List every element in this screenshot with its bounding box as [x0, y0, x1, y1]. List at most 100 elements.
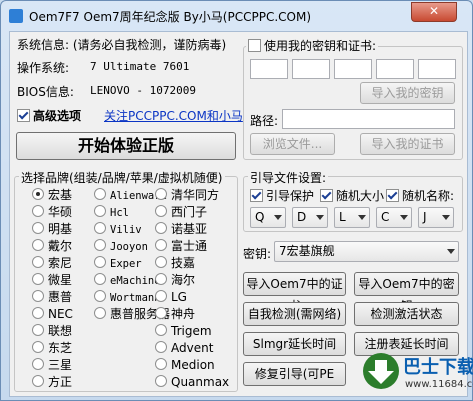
- brand-option-col3-6[interactable]: LG: [155, 290, 187, 304]
- drive-letter-select-3[interactable]: L: [334, 207, 370, 228]
- brand-radio[interactable]: [32, 307, 44, 319]
- brand-radio[interactable]: [32, 222, 44, 234]
- brand-option-col1-9[interactable]: 东芝: [32, 341, 72, 355]
- pccppc-link[interactable]: 关注PCCPPC.COM和小马: [104, 107, 243, 124]
- key-part-5[interactable]: [418, 59, 456, 79]
- brand-radio[interactable]: [32, 239, 44, 251]
- brand-option-col3-3[interactable]: 富士通: [155, 239, 207, 253]
- random-size-checkbox[interactable]: [320, 189, 333, 202]
- start-activation-button[interactable]: 开始体验正版: [16, 132, 236, 160]
- brand-radio[interactable]: [32, 188, 44, 200]
- brand-radio[interactable]: [32, 273, 44, 285]
- brand-radio[interactable]: [155, 324, 167, 336]
- import-oem-cert-button[interactable]: 导入Oem7中的证书: [243, 272, 346, 313]
- self-check-button[interactable]: 自我检测(需网络): [243, 302, 346, 326]
- brand-option-col2-4[interactable]: Exper: [94, 256, 142, 270]
- brand-option-col3-4[interactable]: 技嘉: [155, 256, 195, 270]
- brand-radio[interactable]: [94, 307, 106, 319]
- brand-radio[interactable]: [94, 290, 106, 302]
- use-own-key[interactable]: 使用我的密钥和证书:: [246, 37, 379, 54]
- brand-option-col3-11[interactable]: Quanmax: [155, 375, 229, 389]
- drive-letter-select-5[interactable]: J: [418, 207, 454, 228]
- path-input[interactable]: [282, 109, 455, 129]
- brand-radio[interactable]: [32, 205, 44, 217]
- brand-option-col3-8[interactable]: Trigem: [155, 324, 212, 338]
- brand-radio[interactable]: [155, 358, 167, 370]
- brand-radio[interactable]: [94, 188, 106, 200]
- brand-radio[interactable]: [94, 239, 106, 251]
- brand-option-col3-5[interactable]: 海尔: [155, 273, 195, 287]
- brand-option-col2-2[interactable]: Viliv: [94, 222, 142, 236]
- check-activation-button[interactable]: 检测激活状态: [354, 302, 459, 326]
- brand-option-col1-0[interactable]: 宏基: [32, 188, 72, 202]
- brand-option-col3-9[interactable]: Advent: [155, 341, 213, 355]
- key-part-1[interactable]: [250, 59, 288, 79]
- import-my-key-button[interactable]: 导入我的密钥: [360, 82, 455, 104]
- brand-option-col1-4[interactable]: 索尼: [32, 256, 72, 270]
- brand-option-col3-7[interactable]: 神舟: [155, 307, 195, 321]
- brand-option-col2-1[interactable]: Hcl: [94, 205, 129, 219]
- watermark: 巴士下载 www.11684.com: [361, 347, 473, 399]
- brand-radio[interactable]: [155, 307, 167, 319]
- brand-radio[interactable]: [94, 256, 106, 268]
- advanced-option[interactable]: 高级选项: [17, 107, 81, 124]
- brand-radio[interactable]: [155, 375, 167, 387]
- brand-option-col1-5[interactable]: 微星: [32, 273, 72, 287]
- random-name[interactable]: 随机名称:: [386, 187, 454, 204]
- brand-option-col2-5[interactable]: eMachine: [94, 273, 161, 287]
- brand-radio[interactable]: [32, 290, 44, 302]
- brand-radio[interactable]: [155, 341, 167, 353]
- brand-option-col1-1[interactable]: 华硕: [32, 205, 72, 219]
- brand-radio[interactable]: [32, 324, 44, 336]
- product-key-select[interactable]: 7宏基旗舰: [274, 241, 459, 262]
- brand-label: Jooyon: [110, 241, 148, 253]
- import-my-cert-button[interactable]: 导入我的证书: [360, 133, 455, 155]
- key-part-2[interactable]: [292, 59, 330, 79]
- close-button[interactable]: ✕: [411, 2, 457, 22]
- brand-radio[interactable]: [94, 205, 106, 217]
- brand-radio[interactable]: [155, 290, 167, 302]
- random-size-label: 随机大小: [336, 189, 385, 203]
- import-oem-key-button[interactable]: 导入Oem7中的密钥: [354, 272, 459, 313]
- random-size[interactable]: 随机大小: [320, 187, 384, 204]
- brand-radio[interactable]: [32, 375, 44, 387]
- brand-option-col2-3[interactable]: Jooyon: [94, 239, 148, 253]
- brand-radio[interactable]: [155, 239, 167, 251]
- brand-radio[interactable]: [32, 341, 44, 353]
- boot-protect-checkbox[interactable]: [250, 189, 263, 202]
- brand-option-col3-1[interactable]: 西门子: [155, 205, 207, 219]
- advanced-checkbox[interactable]: [17, 109, 30, 122]
- brand-option-col1-8[interactable]: 联想: [32, 324, 72, 338]
- drive-letter-select-1[interactable]: Q: [250, 207, 286, 228]
- brand-radio[interactable]: [155, 188, 167, 200]
- browse-file-button[interactable]: 浏览文件...: [250, 133, 335, 155]
- brand-option-col3-0[interactable]: 清华同方: [155, 188, 219, 202]
- brand-radio[interactable]: [155, 256, 167, 268]
- brand-option-col3-10[interactable]: Medion: [155, 358, 215, 372]
- brand-radio[interactable]: [32, 358, 44, 370]
- brand-radio[interactable]: [155, 222, 167, 234]
- brand-option-col2-6[interactable]: Wortmann: [94, 290, 161, 304]
- brand-option-col1-7[interactable]: NEC: [32, 307, 73, 321]
- brand-radio[interactable]: [94, 273, 106, 285]
- brand-option-col1-6[interactable]: 惠普: [32, 290, 72, 304]
- brand-option-col1-2[interactable]: 明基: [32, 222, 72, 236]
- brand-radio[interactable]: [155, 273, 167, 285]
- key-part-4[interactable]: [376, 59, 414, 79]
- brand-radio[interactable]: [32, 256, 44, 268]
- brand-radio[interactable]: [94, 222, 106, 234]
- brand-radio[interactable]: [155, 205, 167, 217]
- key-part-3[interactable]: [334, 59, 372, 79]
- brand-option-col1-11[interactable]: 方正: [32, 375, 72, 389]
- drive-letter-select-4[interactable]: C: [376, 207, 412, 228]
- random-name-checkbox[interactable]: [386, 189, 399, 202]
- brand-option-col1-10[interactable]: 三星: [32, 358, 72, 372]
- boot-protect[interactable]: 引导保护: [250, 187, 314, 204]
- brand-option-col1-3[interactable]: 戴尔: [32, 239, 72, 253]
- use-own-key-checkbox[interactable]: [248, 39, 261, 52]
- watermark-url: www.11684.com: [405, 379, 473, 390]
- repair-boot-button[interactable]: 修复引导(可PE: [243, 362, 346, 386]
- brand-option-col3-2[interactable]: 诺基亚: [155, 222, 207, 236]
- slmgr-extend-button[interactable]: Slmgr延长时间: [243, 332, 346, 356]
- drive-letter-select-2[interactable]: D: [292, 207, 328, 228]
